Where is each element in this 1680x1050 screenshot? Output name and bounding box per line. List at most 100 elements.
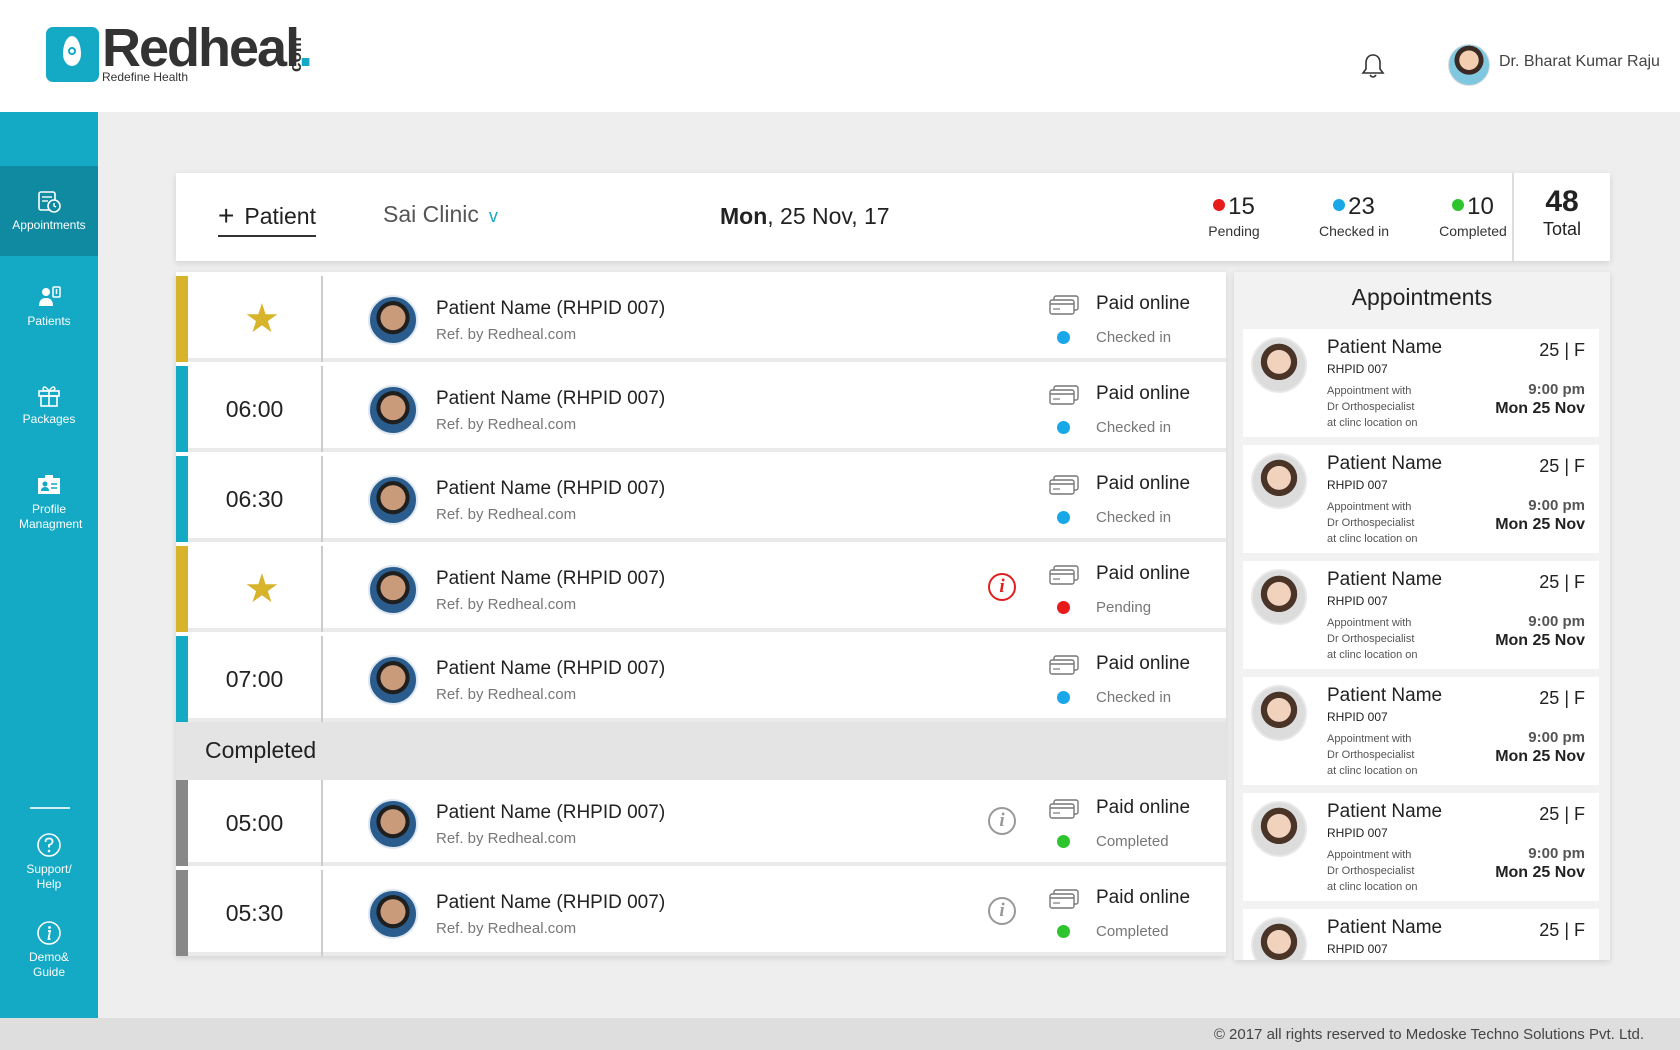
patient-name[interactable]: Patient Name (RHPID 007) [436, 298, 665, 320]
patient-name[interactable]: Patient Name (RHPID 007) [436, 388, 665, 410]
current-date[interactable]: Mon, 25 Nov, 17 [720, 203, 890, 230]
payment-status: Paid online [1096, 563, 1191, 584]
section-title: Completed [205, 737, 317, 763]
referral-text: Ref. by Redheal.com [436, 686, 577, 703]
status-dot-icon [1057, 925, 1070, 938]
appointment-card[interactable]: Patient Name RHPID 007 25 | F Appointment w… [1243, 329, 1599, 437]
patient-name: Patient Name [1327, 685, 1443, 706]
star-icon[interactable]: ★ [244, 299, 280, 339]
sidebar-item-label: Packages [22, 412, 76, 426]
redheal-logo[interactable]: Redheal. com Redefine Health [46, 18, 326, 88]
stat-checked-in[interactable]: 23 Checked in [1304, 193, 1404, 239]
note-line: Appointment with [1327, 849, 1412, 861]
status-badge: Completed [1096, 833, 1169, 850]
sidebar-item-demo-guide[interactable]: Demo& Guide [0, 920, 98, 1000]
stat-total[interactable]: 48 Total [1512, 173, 1610, 261]
appointment-time: 9:00 pm [1528, 497, 1585, 514]
referral-text: Ref. by Redheal.com [436, 596, 577, 613]
avatar [1251, 337, 1307, 393]
stat-count: 10 [1467, 193, 1494, 220]
calendar-clock-icon [38, 191, 61, 213]
sidebar-item-support-help[interactable]: Support/ Help [0, 832, 98, 912]
status-dot-icon [1057, 691, 1070, 704]
sidebar-item-appointments[interactable]: Appointments [0, 166, 98, 256]
age-sex: 25 | F [1539, 688, 1585, 708]
appointment-note: Appointment with Dr Orthospecialist at cli… [1327, 499, 1418, 547]
referral-text: Ref. by Redheal.com [436, 416, 577, 433]
status-badge: Checked in [1096, 329, 1172, 346]
star-icon[interactable]: ★ [244, 569, 280, 609]
info-icon [37, 921, 61, 945]
notification-bell-icon[interactable] [1360, 52, 1386, 80]
patient-name: Patient Name [1327, 453, 1443, 474]
row-status-bar [176, 870, 188, 956]
note-line: Appointment with [1327, 733, 1412, 745]
appointment-date: Mon 25 Nov [1495, 632, 1585, 649]
checked-in-dot-icon [1333, 199, 1346, 211]
avatar [368, 799, 418, 849]
copyright-text: © 2017 all rights reserved to Medoske Te… [1213, 1026, 1644, 1043]
stat-completed[interactable]: 10 Completed [1423, 193, 1523, 239]
patient-name[interactable]: Patient Name (RHPID 007) [436, 892, 665, 914]
info-icon[interactable]: i [988, 897, 1016, 925]
appointment-time: 9:00 pm [1528, 381, 1585, 398]
appointment-card[interactable]: Patient Name RHPID 007 25 | F [1243, 909, 1599, 960]
avatar [368, 475, 418, 525]
patient-id: RHPID 007 [1327, 362, 1388, 376]
patient-name[interactable]: Patient Name (RHPID 007) [436, 478, 665, 500]
patient-name[interactable]: Patient Name (RHPID 007) [436, 802, 665, 824]
table-row[interactable]: 07:00 Patient Name (RHPID 007) Ref. by Red… [176, 636, 1226, 722]
note-line: at clinc location on [1327, 417, 1418, 429]
user-name: Dr. Bharat Kumar Raju [1499, 53, 1660, 70]
clinic-select[interactable]: Sai Clinic v [383, 201, 498, 228]
table-row[interactable]: 06:00 Patient Name (RHPID 007) Ref. by Red… [176, 366, 1226, 452]
appointment-note: Appointment with Dr Orthospecialist at cli… [1327, 615, 1418, 663]
date-rest: , 25 Nov, 17 [767, 203, 890, 229]
payment-card-icon [1049, 385, 1079, 405]
patient-name[interactable]: Patient Name (RHPID 007) [436, 658, 665, 680]
add-patient-button[interactable]: + Patient [218, 199, 316, 237]
sidebar-item-packages[interactable]: Packages [0, 382, 98, 452]
stat-label: Checked in [1318, 223, 1390, 239]
payment-status: Paid online [1096, 473, 1191, 494]
stat-pending[interactable]: 15 Pending [1184, 193, 1284, 239]
alert-info-icon[interactable]: i [988, 573, 1016, 601]
row-status-bar [176, 276, 188, 362]
table-row[interactable]: ★ Patient Name (RHPID 007) Ref. by Redheal… [176, 546, 1226, 632]
note-line: at clinc location on [1327, 649, 1418, 661]
footer: © 2017 all rights reserved to Medoske Te… [0, 1018, 1680, 1050]
avatar [1251, 685, 1307, 741]
payment-status: Paid online [1096, 383, 1191, 404]
payment-card-icon [1049, 475, 1079, 495]
table-row[interactable]: 05:00 Patient Name (RHPID 007) Ref. by Red… [176, 780, 1226, 866]
appointment-card[interactable]: Patient Name RHPID 007 25 | F Appointment w… [1243, 677, 1599, 785]
status-dot-icon [1057, 835, 1070, 848]
note-line: Appointment with [1327, 617, 1412, 629]
appointments-panel: Appointments Patient Name RHPID 007 25 | F… [1234, 272, 1610, 960]
patient-name: Patient Name [1327, 569, 1443, 590]
appointments-toolbar: + Patient Sai Clinic v Mon, 25 Nov, 17 15 … [176, 173, 1610, 261]
age-sex: 25 | F [1539, 340, 1585, 360]
avatar [368, 889, 418, 939]
note-line: at clinc location on [1327, 881, 1418, 893]
table-row[interactable]: 06:30 Patient Name (RHPID 007) Ref. by Red… [176, 456, 1226, 542]
appointment-note: Appointment with Dr Orthospecialist at cli… [1327, 847, 1418, 895]
table-row[interactable]: 05:30 Patient Name (RHPID 007) Ref. by Red… [176, 870, 1226, 956]
note-line: Dr Orthospecialist [1327, 401, 1415, 413]
appointment-card[interactable]: Patient Name RHPID 007 25 | F Appointment w… [1243, 793, 1599, 901]
completed-section-header: Completed [176, 722, 1226, 780]
patient-name[interactable]: Patient Name (RHPID 007) [436, 568, 665, 590]
avatar [1251, 801, 1307, 857]
logo-tagline: Redefine Health [102, 70, 189, 84]
table-row[interactable]: ★ Patient Name (RHPID 007) Ref. by Redheal… [176, 276, 1226, 362]
status-dot-icon [1057, 601, 1070, 614]
app-header: Redheal. com Redefine Health Dr. Bharat … [0, 0, 1680, 112]
patient-name: Patient Name [1327, 917, 1443, 938]
appointment-card[interactable]: Patient Name RHPID 007 25 | F Appointment w… [1243, 561, 1599, 669]
appointment-note: Appointment with Dr Orthospecialist at cli… [1327, 383, 1418, 431]
info-icon[interactable]: i [988, 807, 1016, 835]
sidebar-item-profile-managment[interactable]: Profile Managment [0, 472, 98, 562]
sidebar-item-patients[interactable]: Patients [0, 284, 98, 354]
status-badge: Completed [1096, 923, 1169, 940]
appointment-card[interactable]: Patient Name RHPID 007 25 | F Appointment w… [1243, 445, 1599, 553]
